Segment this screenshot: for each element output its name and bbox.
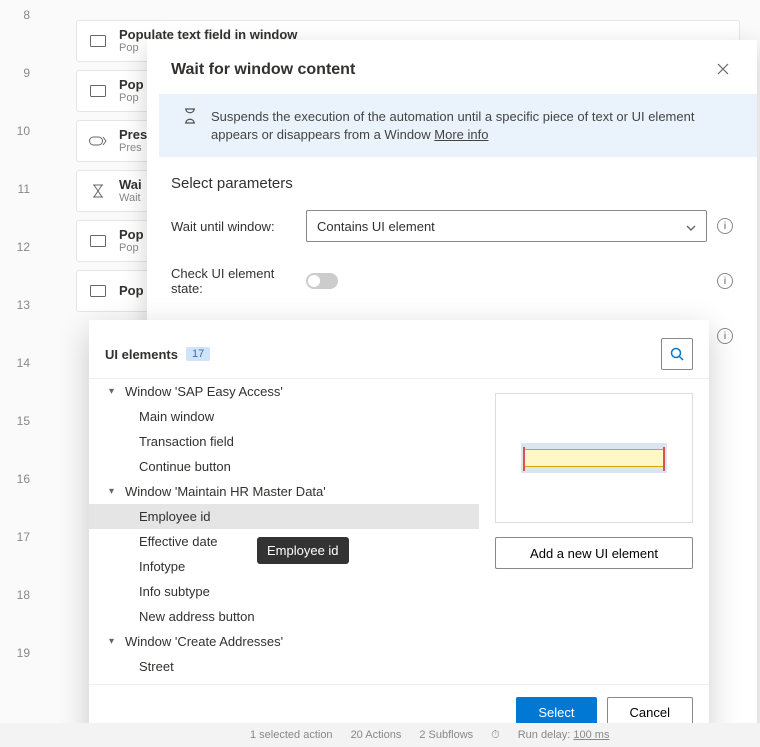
- line-number-gutter: 8 9 10 11 12 13 14 15 16 17 18 19: [0, 0, 40, 747]
- status-delay-label: Run delay:: [518, 729, 571, 741]
- tree-leaf[interactable]: City: [89, 679, 479, 684]
- chevron-down-icon: ▾: [109, 636, 119, 647]
- step-sub: Pop: [119, 242, 144, 255]
- select-value: Contains UI element: [317, 219, 435, 234]
- step-title: Pres: [119, 127, 147, 143]
- param-label: Check UI element state:: [171, 266, 296, 296]
- window-icon: [89, 282, 107, 300]
- tree-group[interactable]: ▾Window 'Maintain HR Master Data': [89, 479, 479, 504]
- window-icon: [89, 82, 107, 100]
- chevron-down-icon: ▾: [109, 386, 119, 397]
- tooltip: Employee id: [257, 537, 349, 564]
- chevron-down-icon: ▾: [109, 486, 119, 497]
- check-state-toggle[interactable]: [306, 273, 338, 289]
- tree-leaf[interactable]: Street: [89, 654, 479, 679]
- info-icon[interactable]: i: [717, 218, 733, 234]
- hourglass-icon: [89, 182, 107, 200]
- line-number: 15: [17, 414, 30, 428]
- param-check-state: Check UI element state: i: [147, 258, 757, 312]
- tree-leaf[interactable]: New address button: [89, 604, 479, 629]
- info-icon[interactable]: i: [717, 328, 733, 344]
- step-title: Pop: [119, 77, 144, 93]
- info-text: Suspends the execution of the automation…: [211, 108, 733, 143]
- status-bar: 1 selected action 20 Actions 2 Subflows …: [0, 723, 760, 747]
- step-title: Pop: [119, 283, 144, 299]
- cursor-icon: [89, 132, 107, 150]
- chevron-down-icon: [686, 219, 696, 234]
- window-icon: [89, 32, 107, 50]
- param-wait-until: Wait until window: Contains UI element i: [147, 202, 757, 258]
- line-number: 13: [17, 298, 30, 312]
- section-header: Select parameters: [147, 157, 757, 202]
- line-number: 14: [17, 356, 30, 370]
- line-number: 17: [17, 530, 30, 544]
- step-sub: Pop: [119, 92, 144, 105]
- dialog-title: Wait for window content: [171, 61, 355, 79]
- line-number: 16: [17, 472, 30, 486]
- element-count-badge: 17: [186, 347, 210, 361]
- step-title: Pop: [119, 227, 144, 243]
- line-number: 10: [17, 124, 30, 138]
- tree-leaf[interactable]: Transaction field: [89, 429, 479, 454]
- element-preview: [495, 393, 693, 523]
- ui-element-picker: UI elements 17 ▾Window 'SAP Easy Access'…: [89, 320, 709, 740]
- tree-leaf[interactable]: Main window: [89, 404, 479, 429]
- info-icon[interactable]: i: [717, 273, 733, 289]
- tree-group[interactable]: ▾Window 'SAP Easy Access': [89, 379, 479, 404]
- preview-field-icon: [524, 449, 664, 467]
- tree-leaf[interactable]: Info subtype: [89, 579, 479, 604]
- status-delay-value[interactable]: 100 ms: [573, 729, 609, 741]
- line-number: 9: [23, 66, 30, 80]
- status-actions: 20 Actions: [351, 729, 402, 741]
- window-icon: [89, 232, 107, 250]
- line-number: 18: [17, 588, 30, 602]
- tree-group[interactable]: ▾Window 'Create Addresses': [89, 629, 479, 654]
- search-button[interactable]: [661, 338, 693, 370]
- line-number: 8: [23, 8, 30, 22]
- ui-element-tree[interactable]: ▾Window 'SAP Easy Access' Main window Tr…: [89, 379, 479, 684]
- param-label: Wait until window:: [171, 219, 296, 234]
- add-ui-element-button[interactable]: Add a new UI element: [495, 537, 693, 569]
- tree-leaf-selected[interactable]: Employee id: [89, 504, 479, 529]
- tree-leaf[interactable]: Continue button: [89, 454, 479, 479]
- line-number: 19: [17, 646, 30, 660]
- status-subflows: 2 Subflows: [419, 729, 473, 741]
- line-number: 12: [17, 240, 30, 254]
- close-button[interactable]: [713, 58, 733, 82]
- picker-title: UI elements: [105, 347, 178, 362]
- step-sub: Pres: [119, 142, 147, 155]
- line-number: 11: [18, 182, 30, 196]
- more-info-link[interactable]: More info: [434, 127, 488, 142]
- info-banner: Suspends the execution of the automation…: [159, 94, 757, 157]
- step-sub: Wait: [119, 192, 142, 205]
- status-selected: 1 selected action: [250, 729, 333, 741]
- hourglass-icon: [183, 108, 199, 143]
- wait-until-select[interactable]: Contains UI element: [306, 210, 707, 242]
- step-title: Wai: [119, 177, 142, 193]
- timer-icon: ⏱: [491, 729, 500, 742]
